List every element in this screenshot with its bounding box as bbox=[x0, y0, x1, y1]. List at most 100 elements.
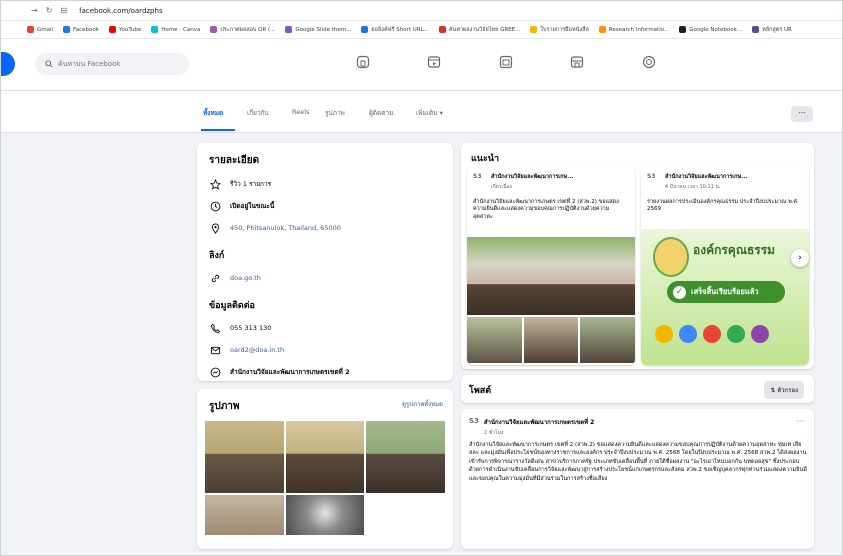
contact-title: ข้อมูลติดต่อ bbox=[209, 301, 255, 311]
photo-thumbnail[interactable] bbox=[285, 421, 365, 493]
photo-thumbnail[interactable] bbox=[285, 495, 365, 535]
bookmark-item[interactable]: YouTube bbox=[108, 26, 141, 33]
page-logo-icon: S3 bbox=[469, 417, 479, 425]
bookmark-favicon-icon bbox=[438, 26, 446, 33]
more-options-button[interactable]: ··· bbox=[791, 106, 813, 122]
post-author[interactable]: สำนักงานวิจัยและพัฒนาการเกษ... bbox=[665, 173, 805, 181]
clock-icon bbox=[209, 200, 221, 212]
photo-thumbnail[interactable] bbox=[366, 495, 445, 535]
carousel-next-button[interactable]: › bbox=[791, 249, 809, 267]
post-photo[interactable] bbox=[467, 317, 522, 363]
bookmark-item[interactable]: ย่อลิงค์ฟรี Short URL... bbox=[361, 26, 429, 34]
photo-thumbnail[interactable] bbox=[366, 421, 445, 493]
post-photo[interactable] bbox=[467, 237, 635, 315]
marketplace-icon[interactable] bbox=[499, 55, 513, 69]
see-all-photos-link[interactable]: ดูรูปภาพทั้งหมด bbox=[402, 399, 443, 409]
email-row: oard2@doa.in.th bbox=[209, 344, 441, 356]
banner-title: องค์กรคุณธรรม bbox=[693, 243, 776, 257]
bookmark-item[interactable]: Home - Canva bbox=[151, 26, 200, 33]
bookmark-label: Google Slide them... bbox=[295, 26, 352, 33]
messenger-row: สำนักงานวิจัยและพัฒนาการเกษตรเขตที่ 2 bbox=[209, 366, 441, 378]
bookmark-item[interactable]: Google Slide them... bbox=[285, 26, 351, 33]
badge-icon bbox=[703, 325, 721, 343]
post-photo[interactable] bbox=[580, 317, 635, 363]
bookmark-label: Gmail bbox=[37, 26, 54, 33]
bookmark-item[interactable]: ประกาศผลสอบ QR (... bbox=[210, 26, 275, 34]
search-input[interactable] bbox=[58, 60, 178, 68]
banner-badges bbox=[655, 325, 769, 343]
gaming-icon[interactable] bbox=[642, 55, 656, 69]
bookmark-item[interactable]: Facebook bbox=[63, 26, 99, 33]
bookmark-label: ค้นหาผลงานวิจัยไทย GREE... bbox=[448, 26, 521, 33]
groups-icon[interactable] bbox=[570, 55, 584, 69]
badge-icon bbox=[727, 325, 745, 343]
rating-text[interactable]: รีวิว 1 รายการ bbox=[230, 179, 271, 189]
page-logo-icon: S3 bbox=[473, 173, 482, 180]
email-link[interactable]: oard2@doa.in.th bbox=[230, 346, 284, 354]
post-time[interactable]: 2 ชั่วโมง bbox=[484, 429, 594, 437]
bookmark-favicon-icon bbox=[63, 26, 71, 33]
search-box[interactable] bbox=[35, 53, 189, 75]
bookmark-item[interactable]: Research Informatio... bbox=[598, 26, 669, 33]
badge-icon bbox=[751, 325, 769, 343]
site-info-icon[interactable]: ⊟ bbox=[60, 6, 67, 15]
phone-row: 055 313 130 bbox=[209, 322, 441, 334]
badge-icon bbox=[655, 325, 673, 343]
filter-button[interactable]: ⇅ ตัวกรอง bbox=[764, 381, 804, 399]
bookmark-item[interactable]: ใบรายการยืมหนังสือ bbox=[530, 26, 589, 34]
bookmark-favicon-icon bbox=[210, 26, 218, 33]
facebook-header bbox=[1, 39, 842, 91]
posts-header-card: โพสต์ ⇅ ตัวกรอง bbox=[461, 375, 814, 403]
tab-all[interactable]: ทั้งหมด bbox=[203, 108, 223, 118]
reload-icon[interactable]: ↻ bbox=[46, 6, 53, 15]
open-status[interactable]: เปิดอยู่ในขณะนี้ bbox=[230, 201, 274, 211]
phone-number[interactable]: 055 313 130 bbox=[230, 324, 271, 332]
messenger-icon bbox=[209, 366, 221, 378]
bookmark-label: Facebook bbox=[73, 26, 99, 33]
tab-reels[interactable]: Reels bbox=[292, 108, 309, 116]
tab-followers[interactable]: ผู้ติดตาม bbox=[369, 108, 393, 118]
post-author[interactable]: สำนักงานวิจัยและพัฒนาการเกษ... bbox=[491, 173, 631, 181]
video-icon[interactable] bbox=[427, 55, 441, 69]
address-link[interactable]: 450, Phitsanulok, Thailand, 65000 bbox=[230, 224, 341, 232]
bookmark-favicon-icon bbox=[598, 26, 606, 33]
banner-subtitle: เสร็จสิ้นเรียบร้อยแล้ว bbox=[691, 287, 759, 296]
bookmark-item[interactable]: Gmail bbox=[27, 26, 53, 33]
post-text: สำนักงานวิจัยและพัฒนาการเกษตร เขตที่ 2 (… bbox=[473, 199, 619, 220]
page-logo-icon: S3 bbox=[647, 173, 656, 180]
post-author[interactable]: สำนักงานวิจัยและพัฒนาการเกษตรเขตที่ 2 bbox=[484, 417, 594, 427]
recommended-post[interactable]: S3 สำนักงานวิจัยและพัฒนาการเกษ... เกี่ยว… bbox=[467, 167, 635, 365]
photos-card: รูปภาพ ดูรูปภาพทั้งหมด bbox=[197, 389, 453, 549]
bookmark-item[interactable]: Google Notebook... bbox=[679, 26, 742, 33]
post-text: รายงานผลการประเมินองค์กรคุณธรรม ประจำปีง… bbox=[647, 199, 799, 213]
recommended-post[interactable]: S3 สำนักงานวิจัยและพัฒนาการเกษ... 4 มีนา… bbox=[641, 167, 809, 365]
bookmark-label: ประกาศผลสอบ QR (... bbox=[220, 26, 276, 33]
home-icon[interactable] bbox=[356, 55, 370, 69]
photo-thumbnail[interactable] bbox=[205, 495, 284, 535]
post-header: S3 สำนักงานวิจัยและพัฒนาการเกษ... เกี่ยว… bbox=[473, 173, 631, 191]
link-icon bbox=[209, 272, 221, 284]
back-arrow-icon[interactable]: → bbox=[31, 6, 38, 15]
bookmark-item[interactable]: ค้นหาผลงานวิจัยไทย GREE... bbox=[438, 26, 521, 34]
photo-thumbnail[interactable] bbox=[205, 421, 284, 493]
post-header: S3 สำนักงานวิจัยและพัฒนาการเกษ... 4 มีนา… bbox=[647, 173, 805, 191]
email-icon bbox=[209, 344, 221, 356]
tab-photos[interactable]: รูปภาพ bbox=[325, 108, 345, 118]
star-icon bbox=[209, 178, 221, 190]
rating-row: รีวิว 1 รายการ bbox=[209, 178, 441, 190]
post-photo-grid bbox=[467, 237, 635, 363]
tab-about[interactable]: เกี่ยวกับ bbox=[247, 108, 269, 118]
location-pin-icon bbox=[209, 222, 221, 234]
badge-icon bbox=[679, 325, 697, 343]
bookmark-label: Google Notebook... bbox=[689, 26, 743, 33]
tab-more[interactable]: เพิ่มเติม ▾ bbox=[416, 108, 443, 118]
url-text[interactable]: facebook.com/oardzphs bbox=[79, 7, 162, 15]
website-link[interactable]: doa.go.th bbox=[230, 274, 261, 282]
bookmark-item[interactable]: หลักสูตร UR bbox=[752, 26, 792, 34]
post-photo[interactable] bbox=[523, 317, 579, 363]
post-options-button[interactable]: ··· bbox=[796, 417, 804, 426]
post-banner[interactable]: องค์กรคุณธรรม ✓ เสร็จสิ้นเรียบร้อยแล้ว bbox=[641, 229, 809, 365]
active-tab-indicator bbox=[201, 129, 235, 131]
facebook-logo-icon[interactable] bbox=[1, 52, 15, 76]
messenger-name[interactable]: สำนักงานวิจัยและพัฒนาการเกษตรเขตที่ 2 bbox=[230, 367, 350, 377]
